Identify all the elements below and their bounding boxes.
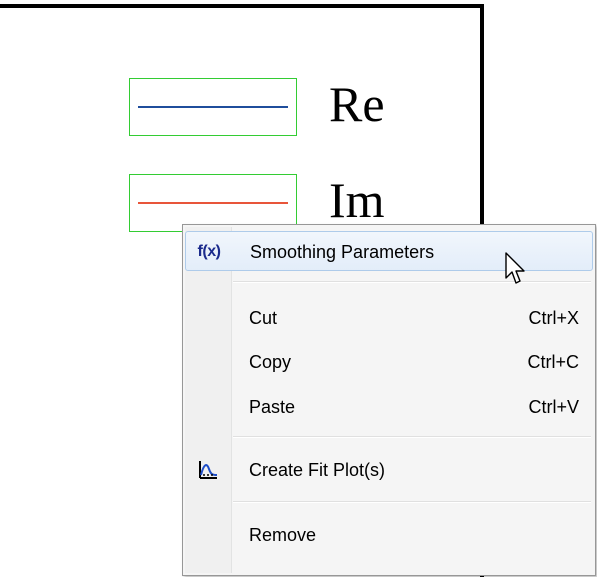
- plot-border-top: [0, 4, 484, 8]
- context-menu: f(x) Smoothing Parameters Cut Ctrl+X Cop…: [182, 224, 596, 576]
- menu-item-copy[interactable]: Copy Ctrl+C: [185, 342, 593, 382]
- legend-label[interactable]: Im: [329, 172, 385, 228]
- menu-item-smoothing-parameters[interactable]: f(x) Smoothing Parameters: [185, 231, 593, 271]
- menu-item-shortcut: Ctrl+X: [528, 308, 579, 328]
- menu-separator: [233, 501, 591, 503]
- menu-separator: [233, 436, 591, 438]
- menu-item-shortcut: Ctrl+V: [528, 397, 579, 417]
- menu-item-cut[interactable]: Cut Ctrl+X: [185, 298, 593, 338]
- menu-item-label: Create Fit Plot(s): [249, 460, 386, 480]
- menu-item-paste[interactable]: Paste Ctrl+V: [185, 387, 593, 427]
- menu-item-label: Cut: [249, 308, 278, 328]
- menu-item-remove[interactable]: Remove: [185, 515, 593, 555]
- menu-item-shortcut: Ctrl+C: [527, 352, 579, 372]
- legend-label[interactable]: Re: [329, 76, 385, 132]
- legend-swatch[interactable]: [129, 78, 297, 136]
- menu-item-label: Paste: [249, 397, 296, 417]
- plot-canvas: Re Im f(x) Smoothing Parameters Cut Ctrl…: [0, 0, 597, 577]
- mouse-cursor-icon: [505, 252, 525, 284]
- fx-icon: f(x): [197, 243, 221, 260]
- fit-plot-icon: [189, 450, 227, 490]
- fit-plot-icon-graphic: [199, 461, 218, 479]
- legend-line-re: [138, 106, 288, 108]
- menu-item-label: Copy: [249, 352, 292, 372]
- legend-entry-re[interactable]: Re: [129, 76, 489, 140]
- menu-item-label: Remove: [249, 525, 317, 545]
- menu-item-create-fit-plots[interactable]: Create Fit Plot(s): [185, 450, 593, 490]
- legend-line-im: [138, 202, 288, 204]
- menu-separator: [233, 281, 591, 283]
- menu-item-label: Smoothing Parameters: [250, 242, 435, 262]
